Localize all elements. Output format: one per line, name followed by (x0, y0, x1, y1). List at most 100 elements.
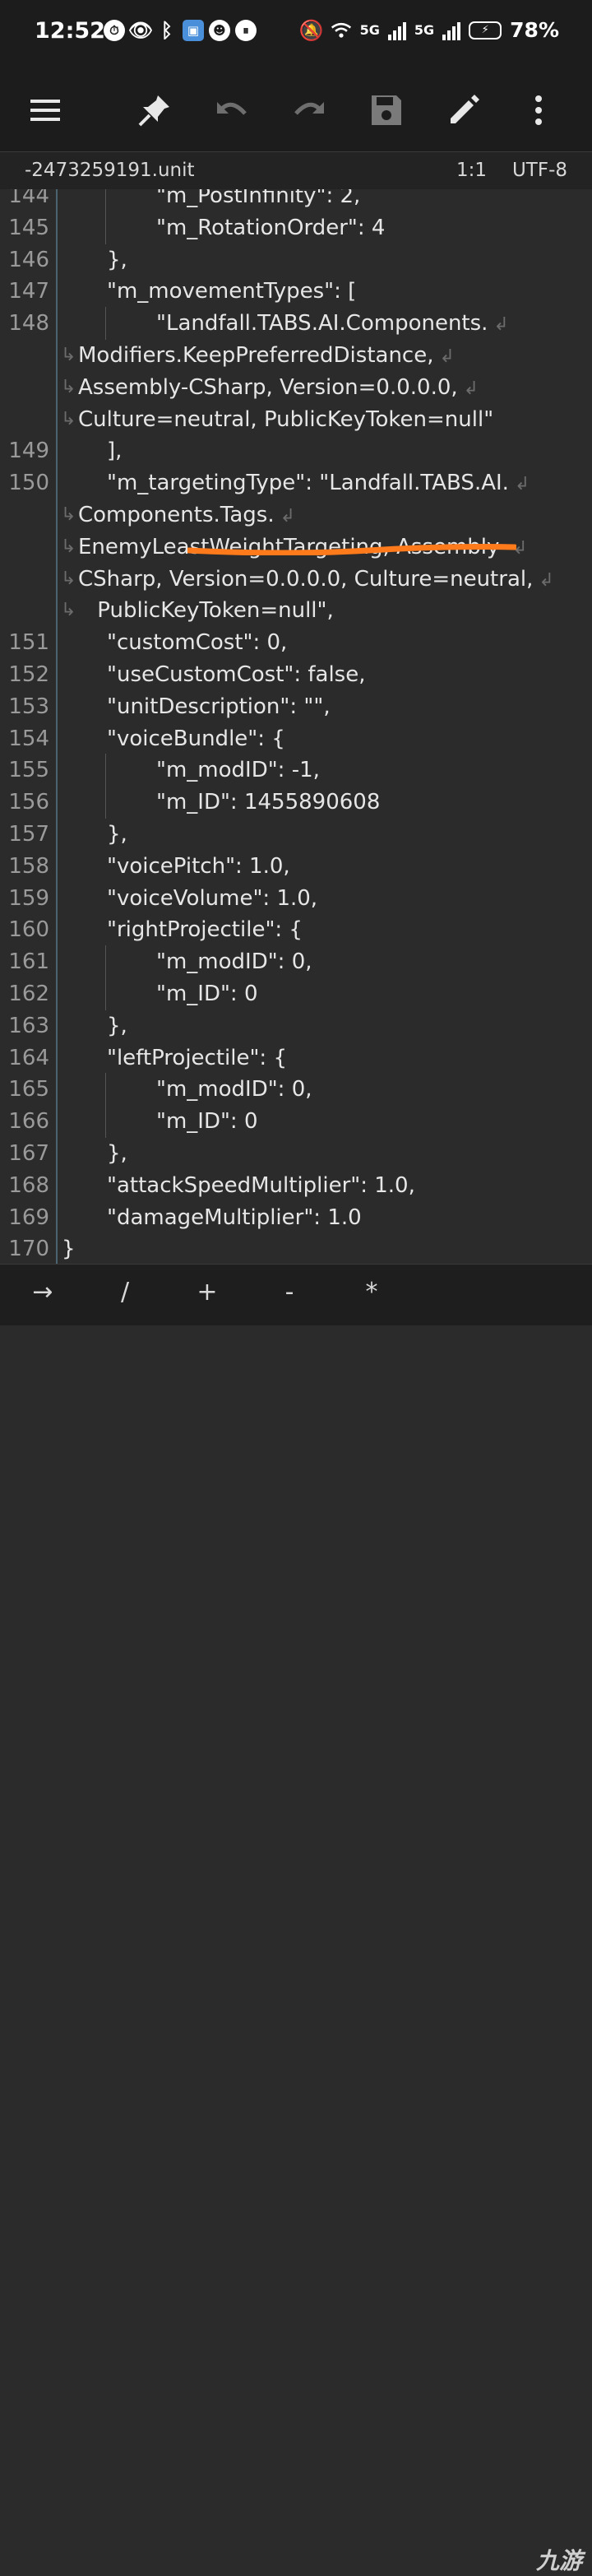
code-text: "damageMultiplier": 1.0 (107, 1204, 362, 1230)
code-line[interactable]: 148 "Landfall.TABS.AI.Components. ↲ (0, 307, 592, 341)
code-text: "useCustomCost": false, (107, 662, 366, 687)
undo-button[interactable] (207, 86, 257, 135)
notification-icons: ⏱ 👁 ᛒ ▣ ☻ ⏸ (104, 19, 257, 42)
orange-underline-annotation (187, 544, 516, 555)
code-text: ], (107, 439, 123, 464)
code-text: } (62, 1237, 76, 1262)
code-line[interactable]: 145 "m_RotationOrder": 4 (0, 211, 592, 244)
code-line[interactable]: 165 "m_modID": 0, (0, 1073, 592, 1107)
code-line[interactable]: 153 "unitDescription": "", (0, 690, 592, 723)
code-text: CSharp, Version=0.0.0.0, Culture=neutral… (78, 566, 554, 592)
edit-button[interactable] (439, 86, 488, 135)
network-type-1: 5G (359, 22, 380, 38)
more-button[interactable] (514, 86, 563, 135)
code-line[interactable]: 158 "voicePitch": 1.0, (0, 850, 592, 883)
code-line[interactable]: 159 "voiceVolume": 1.0, (0, 882, 592, 915)
code-line[interactable]: ↳ CSharp, Version=0.0.0.0, Culture=neutra… (0, 563, 592, 596)
line-number: 161 (8, 949, 49, 975)
menu-button[interactable] (21, 86, 70, 135)
code-line[interactable]: 149], (0, 434, 592, 467)
redo-icon (294, 102, 324, 115)
code-line[interactable]: 170} (0, 1232, 592, 1264)
code-line[interactable]: 164 "leftProjectile": { (0, 1042, 592, 1074)
pin-button[interactable] (130, 86, 179, 135)
code-line[interactable]: ↳ Modifiers.KeepPreferredDistance, ↲ (0, 339, 592, 372)
site-watermark: 九游 (535, 2547, 582, 2574)
code-line[interactable]: 157}, (0, 818, 592, 851)
app-icon: ▣ (183, 20, 204, 41)
undo-icon (217, 102, 247, 115)
cursor-position: 1:1 (456, 160, 487, 181)
code-line[interactable]: 167}, (0, 1137, 592, 1170)
line-number: 168 (8, 1172, 49, 1198)
code-text: "unitDescription": "", (107, 694, 331, 719)
code-line[interactable]: 163}, (0, 1010, 592, 1042)
code-text: }, (107, 822, 127, 847)
code-line[interactable]: 152 "useCustomCost": false, (0, 658, 592, 691)
file-info-bar: -2473259191.unit 1:1 UTF-8 (0, 151, 592, 190)
wrap-continuation-icon: ↳ (61, 408, 76, 429)
code-text: "m_ID": 1455890608 (156, 790, 381, 815)
code-line[interactable]: ↳ Assembly-CSharp, Version=0.0.0.0, ↲ (0, 371, 592, 404)
code-line[interactable]: ↳ Components.Tags. ↲ (0, 499, 592, 531)
wrap-icon: ↲ (488, 314, 509, 336)
encoding-label: UTF-8 (511, 160, 567, 181)
code-line[interactable]: 161 "m_modID": 0, (0, 945, 592, 979)
timer-icon: ⏱ (104, 20, 125, 41)
code-line[interactable]: ↳ Culture=neutral, PublicKeyToken=null" (0, 403, 592, 436)
save-icon (372, 95, 401, 125)
indent-guide (105, 307, 106, 341)
code-line[interactable]: 168 "attackSpeedMultiplier": 1.0, (0, 1169, 592, 1202)
code-line[interactable]: 166 "m_ID": 0 (0, 1105, 592, 1139)
code-text: "Landfall.TABS.AI.Components. ↲ (156, 311, 509, 337)
line-number: 163 (8, 1013, 49, 1038)
symbol-arrow-button[interactable]: → (18, 1278, 67, 1307)
line-number: 162 (8, 982, 49, 1006)
battery-percent: 78% (510, 18, 559, 42)
code-text: "m_modID": 0, (156, 1077, 312, 1102)
code-line[interactable]: 162 "m_ID": 0 (0, 977, 592, 1010)
code-text: "m_RotationOrder": 4 (156, 215, 386, 240)
symbol-asterisk-button[interactable]: * (347, 1278, 396, 1307)
code-line[interactable]: 160 "rightProjectile": { (0, 913, 592, 946)
code-line[interactable]: 146}, (0, 244, 592, 276)
code-line[interactable]: 147 "m_movementTypes": [ (0, 275, 592, 308)
code-line[interactable]: ↳ PublicKeyToken=null", (0, 594, 592, 627)
code-text: "leftProjectile": { (107, 1045, 287, 1070)
symbol-bar: → / + - * 九游 (0, 1264, 592, 2574)
line-number: 167 (8, 1141, 49, 1166)
line-number: 164 (8, 1045, 49, 1070)
code-line[interactable]: 169 "damageMultiplier": 1.0 (0, 1201, 592, 1234)
code-line[interactable]: 150 "m_targetingType": "Landfall.TABS.AI.… (0, 466, 592, 499)
wrap-icon: ↲ (508, 474, 530, 495)
symbol-plus-button[interactable]: + (183, 1278, 232, 1307)
eye-icon: 👁 (127, 19, 154, 42)
code-text: }, (107, 1141, 127, 1166)
code-editor[interactable]: 144 "m_PostInfinity": 2, 145 "m_RotationOrd… (0, 189, 592, 1264)
pause-icon: ⏸ (235, 20, 257, 41)
code-text: "m_modID": 0, (156, 949, 312, 975)
code-text: "m_modID": -1, (156, 758, 320, 783)
line-number: 157 (8, 822, 49, 847)
wrap-icon: ↲ (533, 569, 554, 591)
symbol-slash-button[interactable]: / (100, 1278, 150, 1307)
file-name: -2473259191.unit (25, 160, 195, 181)
clock: 12:52 (35, 18, 105, 44)
redo-button[interactable] (284, 86, 334, 135)
code-line[interactable]: 151 "customCost": 0, (0, 626, 592, 659)
code-text: "rightProjectile": { (107, 917, 303, 943)
wrap-icon: ↲ (274, 506, 296, 527)
network-type-2: 5G (414, 22, 435, 38)
code-text: Modifiers.KeepPreferredDistance, ↲ (78, 343, 455, 368)
save-button[interactable] (362, 86, 411, 135)
line-number: 152 (8, 662, 49, 687)
code-text: "m_targetingType": "Landfall.TABS.AI. ↲ (107, 471, 530, 496)
code-text: "m_ID": 0 (156, 1109, 258, 1135)
code-text: "voiceVolume": 1.0, (107, 885, 318, 911)
code-line[interactable]: 156 "m_ID": 1455890608 (0, 786, 592, 819)
code-line[interactable]: 155 "m_modID": -1, (0, 754, 592, 787)
indent-guide (105, 977, 106, 1010)
symbol-minus-button[interactable]: - (265, 1278, 314, 1307)
code-line[interactable]: 154 "voiceBundle": { (0, 722, 592, 755)
code-line[interactable]: 144 "m_PostInfinity": 2, (0, 189, 592, 212)
